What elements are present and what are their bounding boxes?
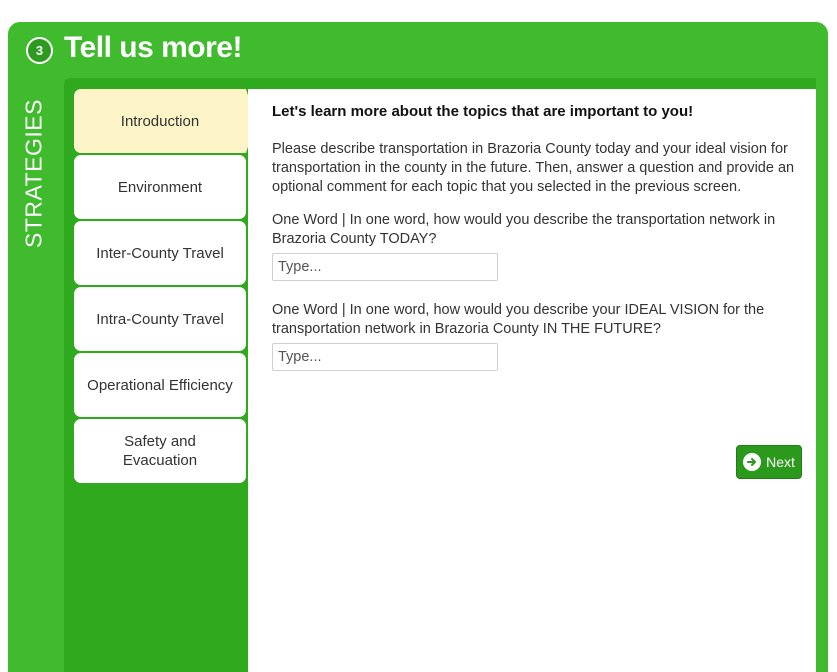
question-future: One Word | In one word, how would you de… bbox=[272, 302, 765, 337]
topic-tabs: Introduction Environment Inter-County Tr… bbox=[74, 89, 256, 485]
tab-intra-county-travel[interactable]: Intra-County Travel bbox=[74, 287, 246, 351]
tab-introduction[interactable]: Introduction bbox=[74, 89, 256, 153]
tab-operational-efficiency[interactable]: Operational Efficiency bbox=[74, 353, 246, 417]
step-number-badge: 3 bbox=[26, 37, 53, 64]
arrow-right-circle-icon bbox=[743, 453, 762, 471]
section-rail: STRATEGIES bbox=[8, 78, 64, 672]
section-rail-label: STRATEGIES bbox=[20, 99, 47, 249]
tab-label: Environment bbox=[117, 178, 203, 196]
question-today: One Word | In one word, how would you de… bbox=[272, 212, 776, 247]
tab-label: Introduction bbox=[120, 112, 200, 130]
tab-environment[interactable]: Environment bbox=[74, 155, 246, 219]
next-button[interactable]: Next bbox=[736, 445, 802, 479]
page-title: Tell us more! bbox=[64, 31, 242, 64]
survey-frame: 3 Tell us more! STRATEGIES Introduction … bbox=[8, 22, 828, 672]
intro-text: Please describe transportation in Brazor… bbox=[272, 141, 795, 195]
tab-label: Operational Efficiency bbox=[87, 376, 233, 394]
answer-future-input[interactable] bbox=[272, 343, 498, 371]
header: 3 Tell us more! bbox=[8, 22, 828, 78]
content-area: Let's learn more about the topics that a… bbox=[248, 89, 816, 672]
tab-safety-and-evacuation[interactable]: Safety and Evacuation bbox=[74, 419, 246, 483]
tab-label: Inter-County Travel bbox=[96, 244, 224, 262]
tab-label: Safety and Evacuation bbox=[122, 433, 198, 469]
main-panel: Introduction Environment Inter-County Tr… bbox=[64, 78, 816, 672]
answer-today-input[interactable] bbox=[272, 253, 498, 281]
tab-inter-county-travel[interactable]: Inter-County Travel bbox=[74, 221, 246, 285]
next-button-label: Next bbox=[766, 454, 795, 470]
tab-label: Intra-County Travel bbox=[96, 310, 224, 328]
content-heading: Let's learn more about the topics that a… bbox=[272, 103, 694, 120]
